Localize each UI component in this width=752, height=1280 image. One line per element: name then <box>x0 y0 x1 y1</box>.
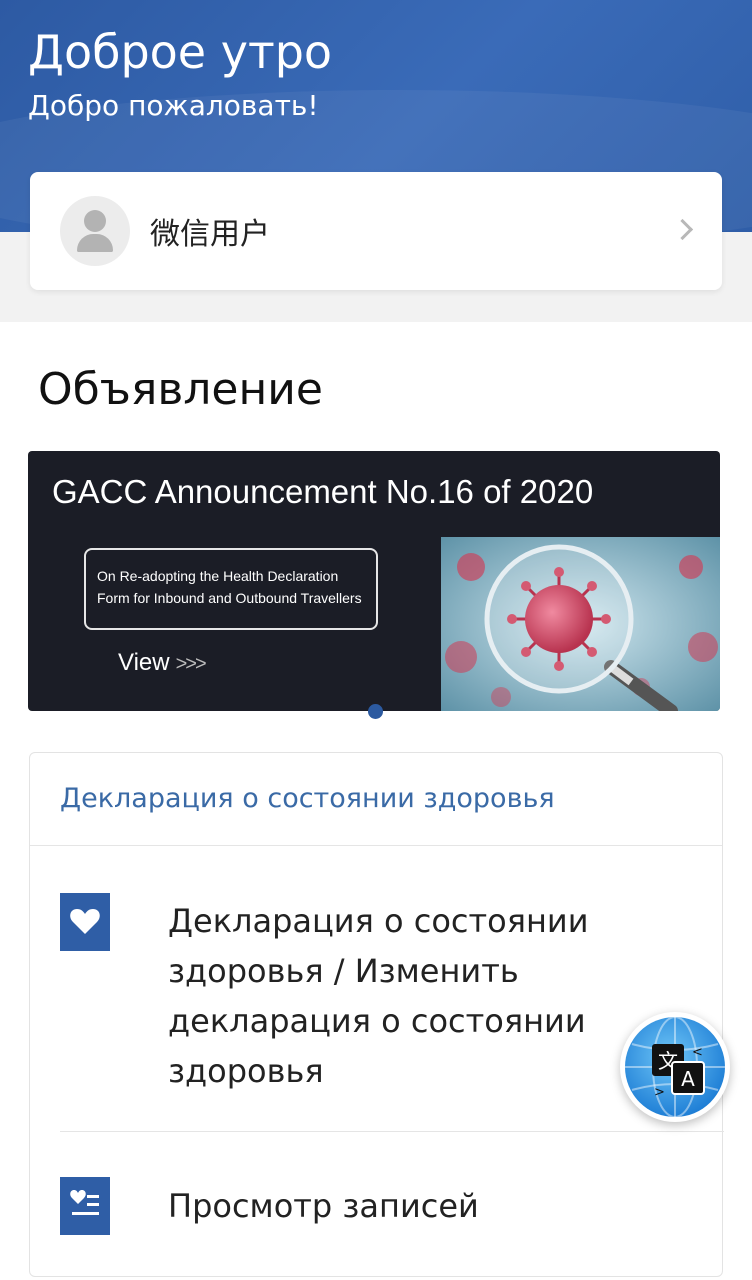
announcement-banner[interactable]: GACC Announcement No.16 of 2020 On Re-ad… <box>28 451 720 711</box>
health-declaration-menu-item[interactable]: Декларация о состоянии здоровья / Измени… <box>60 893 694 1093</box>
banner-view-label: View <box>118 649 170 676</box>
svg-text:>: > <box>654 1085 665 1100</box>
banner-description-box: On Re-adopting the Health Declaration Fo… <box>84 548 378 630</box>
view-records-menu-item[interactable]: Просмотр записей <box>60 1177 694 1237</box>
banner-line-2: Form for Inbound and Outbound Travellers <box>97 590 362 606</box>
avatar-head-shape <box>84 210 106 232</box>
banner-line-1: On Re-adopting the Health Declaration <box>97 568 339 584</box>
translate-button[interactable]: 文 A < > <box>620 1012 730 1122</box>
virus-magnifier-image <box>441 537 720 711</box>
item-divider <box>60 1131 724 1132</box>
user-name: 微信用户 <box>150 217 270 252</box>
heart-list-icon <box>60 1177 110 1235</box>
announcement-section-title: Объявление <box>38 364 323 415</box>
health-declaration-card: Декларация о состоянии здоровья Декларац… <box>29 752 724 1277</box>
svg-text:A: A <box>681 1067 695 1091</box>
avatar <box>60 196 130 266</box>
banner-view-arrows: >>> <box>175 653 207 675</box>
carousel-indicator-dot[interactable] <box>368 704 383 719</box>
health-declaration-label: Декларация о состоянии здоровья / Измени… <box>168 902 589 1090</box>
health-card-header: Декларация о состоянии здоровья <box>60 783 555 814</box>
greeting-title: Доброе утро <box>28 25 333 79</box>
card-divider <box>30 845 722 846</box>
heart-icon <box>60 893 110 951</box>
welcome-subtitle: Добро пожаловать! <box>28 89 319 122</box>
banner-title: GACC Announcement No.16 of 2020 <box>52 473 594 510</box>
avatar-body-shape <box>77 234 113 252</box>
banner-view-link[interactable]: View >>> <box>118 649 207 677</box>
svg-text:<: < <box>692 1045 703 1060</box>
user-profile-card[interactable]: 微信用户 <box>30 172 722 290</box>
chevron-right-icon <box>671 218 694 241</box>
view-records-label: Просмотр записей <box>168 1187 479 1225</box>
translate-globe-icon: 文 A < > <box>625 1016 725 1118</box>
